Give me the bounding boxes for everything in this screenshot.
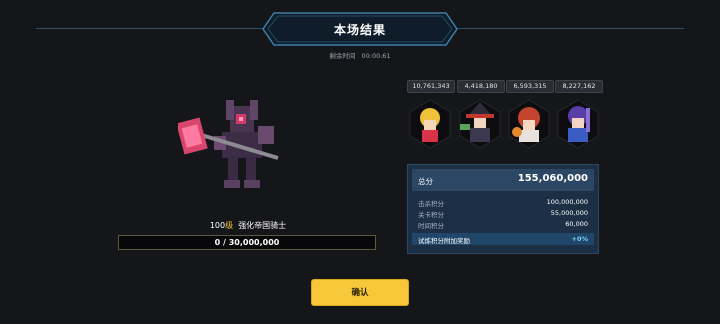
score-row-label: 关卡积分	[418, 211, 444, 219]
score-row-value: 100,000,000	[546, 198, 588, 206]
total-score-row: 总分 155,060,000	[412, 169, 594, 191]
total-score-label: 总分	[418, 177, 433, 186]
score-row-kill: 击杀积分 100,000,000	[412, 197, 594, 208]
purple-mage-hero-icon	[556, 98, 600, 150]
title-banner: 本场结果	[262, 12, 458, 46]
score-row-time: 时间积分 60,000	[412, 219, 594, 230]
party-damage-2: 4,418,180	[457, 80, 505, 93]
score-row-stage: 关卡积分 55,000,000	[412, 208, 594, 219]
boss-hp-text: 0 / 30,000,000	[214, 238, 280, 247]
score-row-label: 击杀积分	[418, 200, 444, 208]
boss-name: 强化帝国骑士	[238, 221, 287, 230]
party-damage-4: 8,227,162	[555, 80, 603, 93]
score-row-label: 时间积分	[418, 222, 444, 230]
bonus-value: +0%	[571, 235, 588, 243]
boss-level: 100	[209, 221, 226, 230]
title-deco-line-right	[458, 28, 684, 29]
score-panel: 总分 155,060,000 击杀积分 100,000,000 关卡积分 55,…	[407, 164, 599, 254]
score-row-bonus: 试炼积分附加奖励 +0%	[412, 233, 594, 245]
bonus-label: 试炼积分附加奖励	[418, 237, 470, 245]
party-damage-3: 6,593,315	[506, 80, 554, 93]
score-row-value: 60,000	[565, 220, 588, 228]
remaining-time-value: 00:00.61	[361, 52, 391, 60]
dark-witch-hero-icon	[458, 98, 502, 150]
title-deco-line-left	[36, 28, 262, 29]
blonde-hero-icon	[408, 98, 452, 150]
total-score-value: 155,060,000	[517, 173, 588, 184]
boss-level-suffix: 级	[225, 221, 234, 230]
boss-hp-bar: 0 / 30,000,000	[118, 235, 376, 250]
confirm-button[interactable]: 确认	[311, 279, 409, 306]
boss-name-line: 100级 强化帝国骑士	[118, 220, 378, 231]
score-row-value: 55,000,000	[550, 209, 588, 217]
red-hair-hero-icon	[507, 98, 551, 150]
remaining-time: 剩余时间 00:00.61	[0, 50, 720, 60]
party-damage-1: 10,761,343	[407, 80, 455, 93]
page-title: 本场结果	[333, 23, 386, 37]
remaining-time-label: 剩余时间	[329, 52, 356, 60]
boss-knight-image	[176, 96, 298, 196]
